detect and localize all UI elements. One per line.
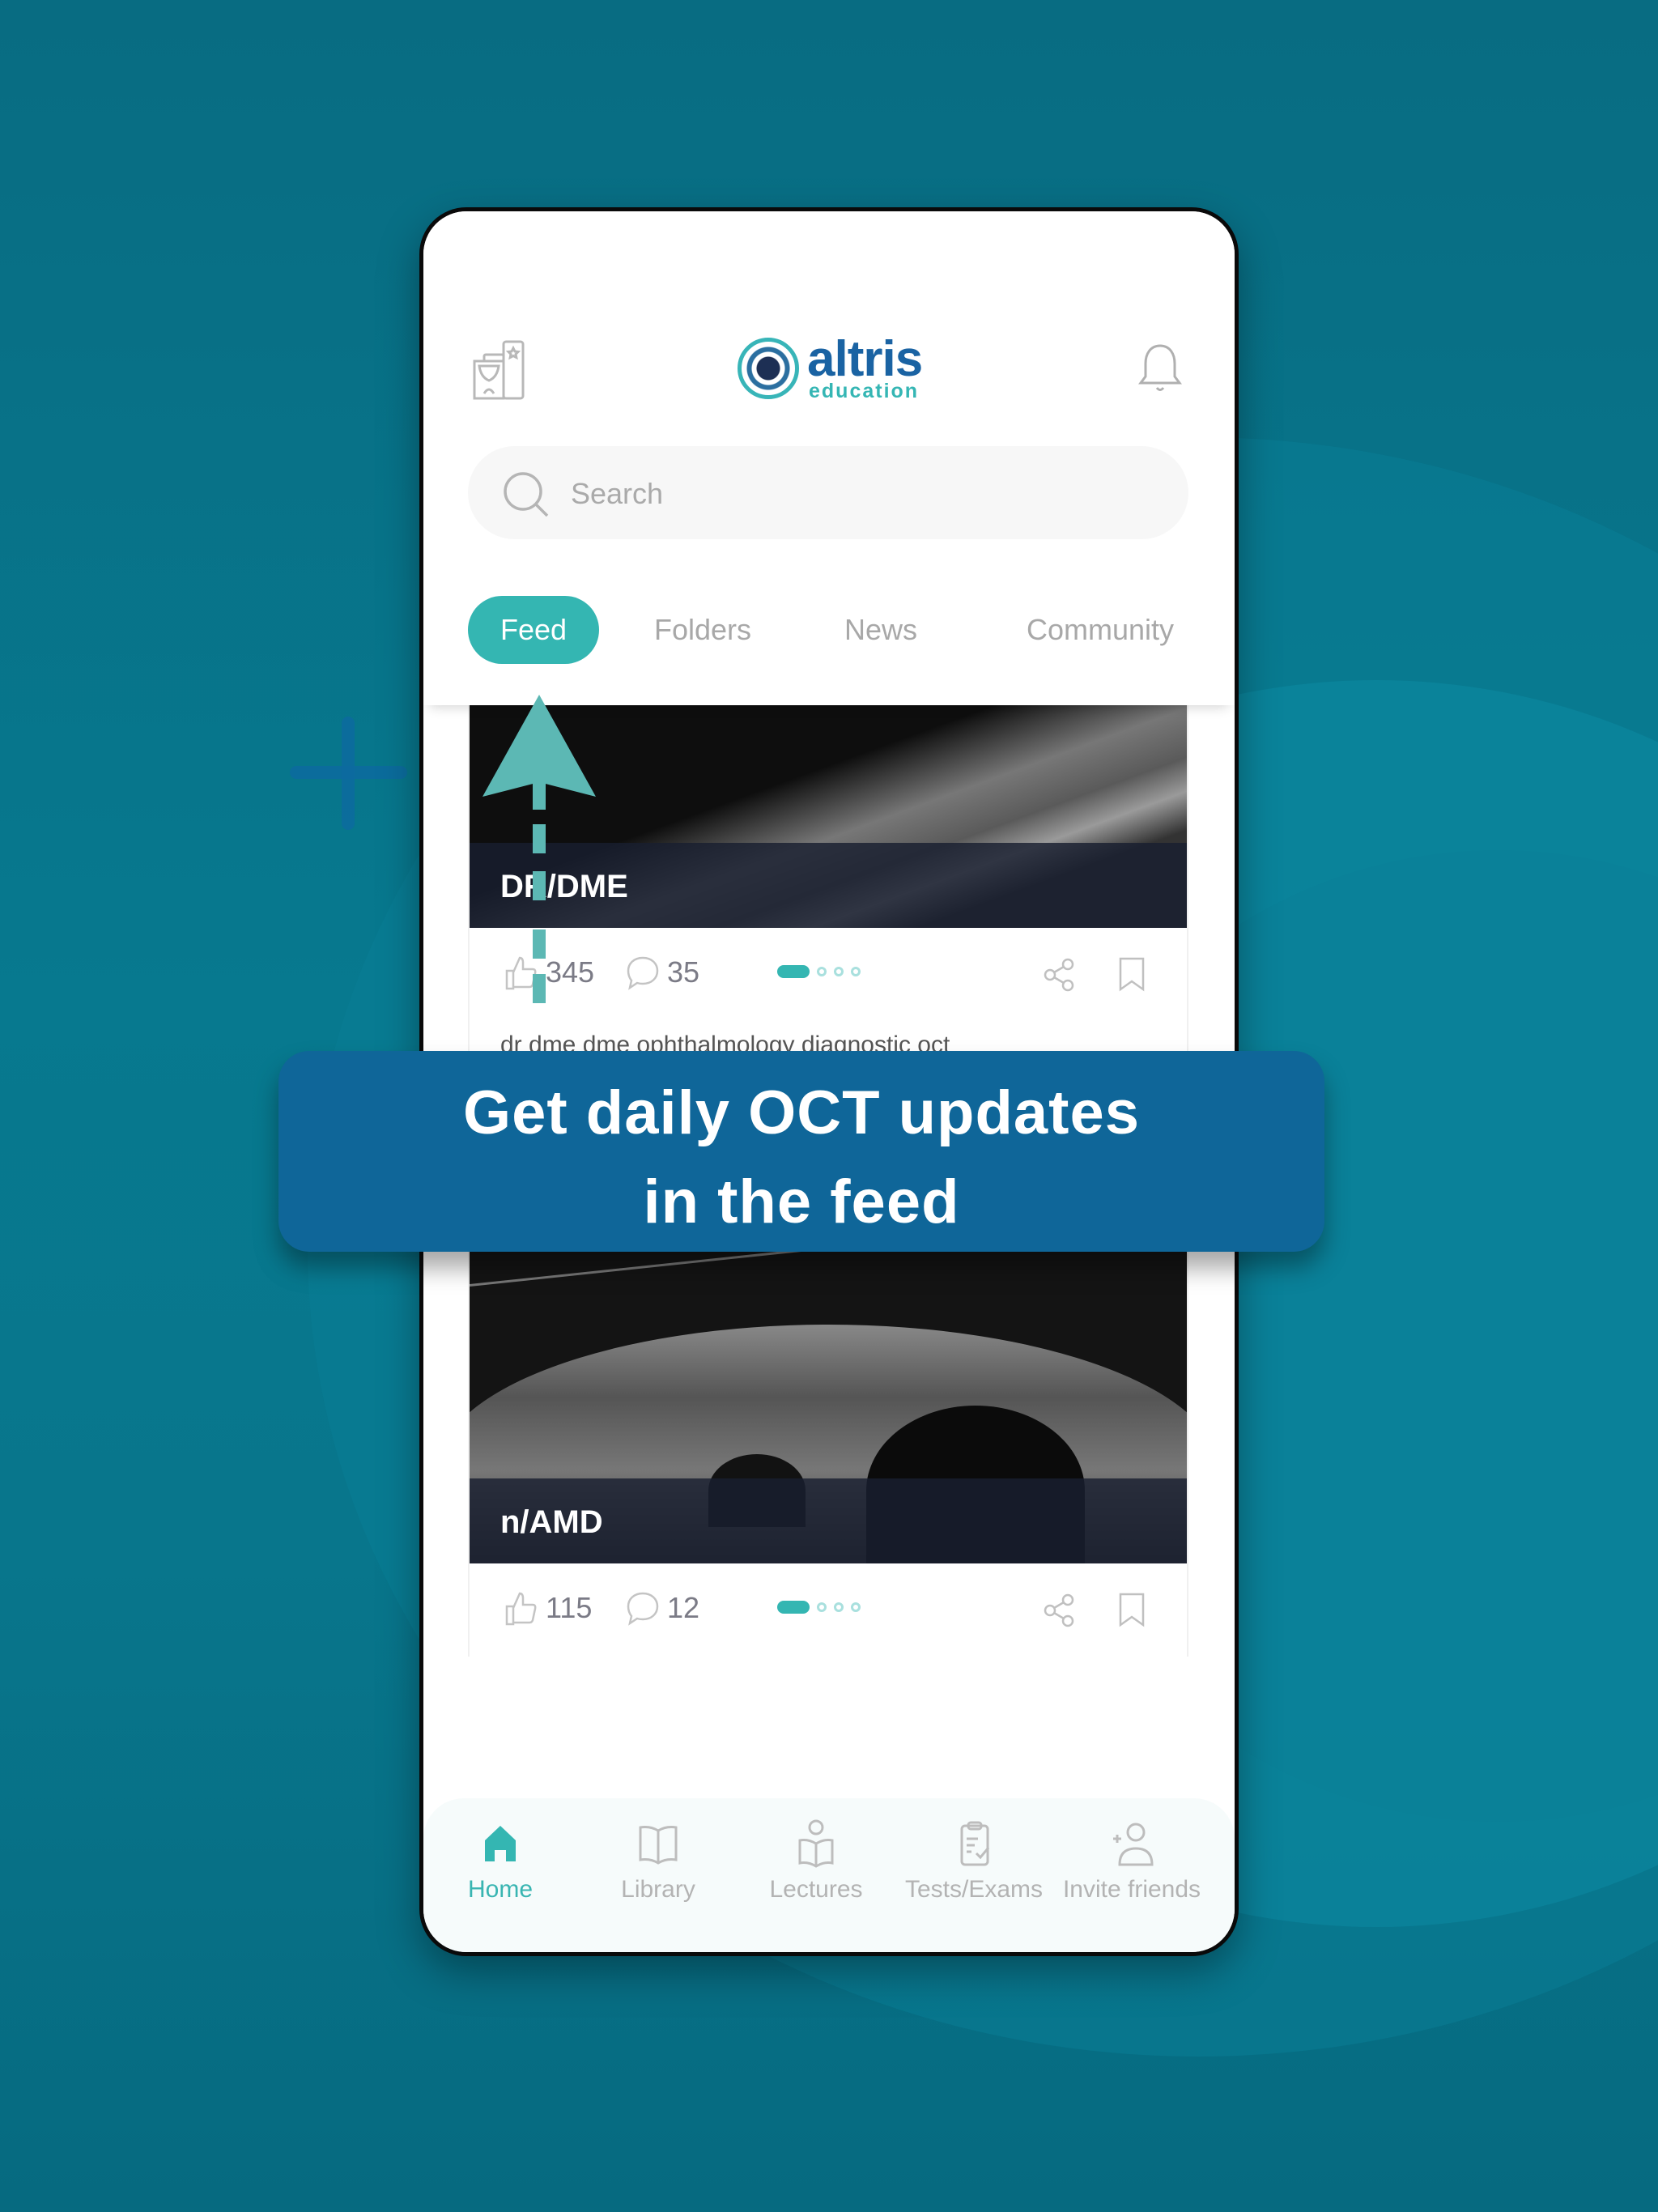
- nav-library[interactable]: Library: [581, 1816, 735, 1904]
- app-header: altris education Feed Folders News Commu…: [423, 211, 1235, 705]
- bookmark-icon[interactable]: [1116, 955, 1148, 993]
- carousel-dot-active[interactable]: [777, 1601, 810, 1614]
- carousel-dot[interactable]: [817, 1602, 827, 1612]
- add-user-icon: [1113, 1823, 1154, 1866]
- clipboard-check-icon: [960, 1821, 990, 1866]
- scroll-up-arrow-icon: [483, 695, 596, 1003]
- nav-tests-exams[interactable]: Tests/Exams: [897, 1816, 1051, 1904]
- altris-logo: altris education: [738, 331, 932, 406]
- feed-tabs: Feed Folders News Community: [468, 596, 1202, 664]
- nav-label: Lectures: [769, 1876, 863, 1903]
- carousel-dot[interactable]: [834, 967, 844, 976]
- like-button[interactable]: 115: [502, 1588, 592, 1628]
- carousel-dot[interactable]: [851, 1602, 861, 1612]
- carousel-indicator: [777, 965, 861, 978]
- carousel-indicator: [777, 1601, 861, 1614]
- trophy-badge-icon[interactable]: [468, 337, 533, 402]
- share-icon[interactable]: [1042, 1593, 1078, 1628]
- banner-headline-line1: Get daily OCT updates: [462, 1078, 1141, 1147]
- comment-button[interactable]: 35: [623, 952, 699, 993]
- carousel-dot[interactable]: [834, 1602, 844, 1612]
- nav-label: Library: [621, 1876, 695, 1903]
- share-icon[interactable]: [1042, 957, 1078, 993]
- search-icon: [504, 472, 549, 517]
- promo-banner: Get daily OCT updates in the feed: [278, 1051, 1324, 1252]
- comment-count: 35: [667, 955, 700, 989]
- banner-headline-line2: in the feed: [643, 1168, 960, 1236]
- nav-lectures[interactable]: Lectures: [739, 1816, 893, 1904]
- post-actions: 115 12: [470, 1563, 1187, 1657]
- nav-label: Invite friends: [1062, 1876, 1201, 1903]
- carousel-dot-active[interactable]: [777, 965, 810, 978]
- thumbs-up-icon: [505, 1592, 537, 1626]
- nav-home[interactable]: Home: [423, 1816, 577, 1904]
- search-bar[interactable]: [468, 446, 1188, 539]
- carousel-dot[interactable]: [851, 967, 861, 976]
- tab-folders[interactable]: Folders: [654, 596, 751, 664]
- comment-icon: [627, 1592, 659, 1626]
- logo-subtitle: education: [809, 380, 920, 402]
- plus-decoration-icon: [290, 717, 407, 830]
- comment-button[interactable]: 12: [623, 1588, 699, 1628]
- comment-icon: [627, 956, 659, 990]
- book-icon: [639, 1826, 678, 1865]
- eye-logo-icon: [738, 338, 799, 399]
- tab-news[interactable]: News: [844, 596, 917, 664]
- post-caption: n/AMD: [500, 1504, 603, 1540]
- home-icon: [485, 1826, 516, 1861]
- nav-label: Tests/Exams: [904, 1876, 1044, 1903]
- tab-feed[interactable]: Feed: [468, 596, 600, 664]
- like-count: 115: [546, 1591, 593, 1624]
- nav-label: Home: [467, 1876, 534, 1903]
- bookmark-icon[interactable]: [1116, 1591, 1148, 1628]
- tab-community[interactable]: Community: [1027, 596, 1174, 664]
- carousel-dot[interactable]: [817, 967, 827, 976]
- lecture-reader-icon: [798, 1819, 834, 1868]
- bell-icon[interactable]: [1136, 341, 1184, 398]
- bottom-navigation: Home Library Lectures Tests/Exams Invite…: [423, 1798, 1235, 1952]
- nav-invite-friends[interactable]: Invite friends: [1055, 1816, 1209, 1904]
- comment-count: 12: [667, 1591, 700, 1624]
- search-input[interactable]: [569, 466, 1139, 521]
